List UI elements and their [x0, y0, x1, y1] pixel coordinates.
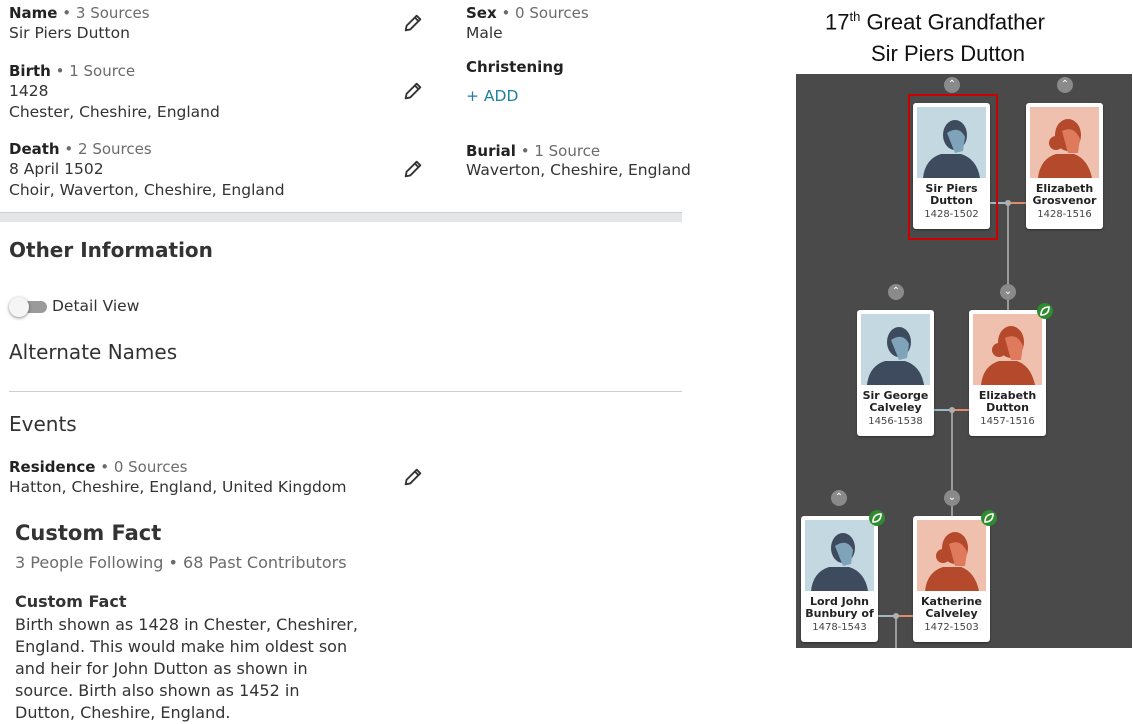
person-dates: 1472-1503 — [924, 622, 979, 633]
other-information-heading: Other Information — [9, 238, 213, 262]
custom-fact-line: England. This would make him oldest son — [15, 637, 348, 656]
person-name: Sir George Calveley — [857, 390, 934, 414]
person-card-elizabeth-dutton[interactable]: Elizabeth Dutton 1457-1516 — [969, 310, 1046, 436]
female-silhouette-icon — [1030, 107, 1099, 178]
person-name-line: Bunbury of — [805, 607, 874, 620]
chevron-up-icon[interactable]: ⌃ — [831, 490, 847, 506]
birth-date: 1428 — [9, 82, 49, 100]
male-silhouette-icon — [861, 314, 930, 385]
chevron-up-icon[interactable]: ⌃ — [1057, 77, 1073, 93]
person-name: Sir Piers Dutton — [913, 183, 990, 207]
female-silhouette-icon — [973, 314, 1042, 385]
person-card-sir-george-calveley[interactable]: Sir George Calveley 1456-1538 — [857, 310, 934, 436]
leaf-hint-icon[interactable] — [869, 510, 885, 526]
person-name-line: Grosvenor — [1032, 194, 1097, 207]
residence-label: Residence — [9, 458, 96, 476]
detail-view-label: Detail View — [52, 297, 140, 315]
custom-fact-description: Birth shown as 1428 in Chester, Cheshire… — [15, 614, 360, 724]
edit-name-pencil-icon[interactable] — [402, 12, 424, 34]
person-name-line: Calveley — [925, 607, 978, 620]
residence-label-row: Residence • 0 Sources — [9, 458, 188, 476]
birth-label: Birth — [9, 62, 51, 80]
tree-heading-rest: Great Grandfather — [860, 9, 1045, 35]
person-name-line: Dutton — [986, 401, 1029, 414]
name-value: Sir Piers Dutton — [9, 24, 130, 42]
edit-residence-pencil-icon[interactable] — [402, 466, 424, 488]
toggle-knob — [9, 297, 29, 317]
male-silhouette-icon — [805, 520, 874, 591]
tree-heading-name: Sir Piers Dutton — [870, 41, 1026, 66]
person-dates: 1456-1538 — [868, 416, 923, 427]
person-card-sir-piers-dutton[interactable]: Sir Piers Dutton 1428-1502 — [913, 103, 990, 229]
name-sources[interactable]: • 3 Sources — [62, 4, 149, 22]
section-divider — [0, 212, 682, 222]
chevron-down-icon[interactable]: ⌄ — [1000, 284, 1016, 300]
name-label: Name — [9, 4, 58, 22]
death-label-row: Death • 2 Sources — [9, 140, 152, 158]
person-name: Katherine Calveley — [913, 596, 990, 620]
christening-label: Christening — [466, 58, 564, 76]
name-label-row: Name • 3 Sources — [9, 4, 150, 22]
person-name-line: Calveley — [869, 401, 922, 414]
sex-label: Sex — [466, 4, 497, 22]
death-place: Choir, Waverton, Cheshire, England — [9, 181, 285, 199]
person-card-katherine-calveley[interactable]: Katherine Calveley 1472-1503 — [913, 516, 990, 642]
burial-place: Waverton, Cheshire, England — [466, 161, 691, 179]
female-silhouette-icon — [917, 520, 986, 591]
burial-sources[interactable]: • 1 Source — [521, 142, 600, 160]
birth-place: Chester, Cheshire, England — [9, 103, 220, 121]
birth-sources[interactable]: • 1 Source — [56, 62, 135, 80]
person-card-elizabeth-grosvenor[interactable]: Elizabeth Grosvenor 1428-1516 — [1026, 103, 1103, 229]
person-name: Elizabeth Dutton — [969, 390, 1046, 414]
person-name-line: Dutton — [930, 194, 973, 207]
chevron-down-icon[interactable]: ⌄ — [944, 490, 960, 506]
sex-sources[interactable]: • 0 Sources — [501, 4, 588, 22]
burial-label: Burial — [466, 142, 516, 160]
family-tree-panel[interactable]: ⌃ ⌃ ⌃ ⌄ ⌃ ⌄ Sir Piers Dutton 1428-1502 E… — [796, 74, 1132, 648]
person-name: Lord John Bunbury of — [801, 596, 878, 620]
person-name: Elizabeth Grosvenor — [1026, 183, 1103, 207]
detail-view-toggle[interactable]: Detail View — [9, 296, 149, 318]
christening-label-row: Christening — [466, 58, 564, 76]
tree-heading-relationship: 17th Great Grandfather — [800, 9, 1070, 35]
leaf-hint-icon[interactable] — [1037, 303, 1053, 319]
tree-heading-ordinal: 17 — [825, 9, 850, 35]
death-label: Death — [9, 140, 60, 158]
custom-fact-meta: 3 People Following • 68 Past Contributor… — [15, 553, 347, 572]
leaf-hint-icon[interactable] — [981, 510, 997, 526]
events-heading: Events — [9, 412, 77, 436]
male-silhouette-icon — [917, 107, 986, 178]
birth-label-row: Birth • 1 Source — [9, 62, 135, 80]
alternate-names-divider — [9, 391, 682, 392]
sex-label-row: Sex • 0 Sources — [466, 4, 589, 22]
person-dates: 1478-1543 — [812, 622, 867, 633]
sex-value: Male — [466, 24, 503, 42]
person-card-lord-john-bunbury[interactable]: Lord John Bunbury of 1478-1543 — [801, 516, 878, 642]
death-date: 8 April 1502 — [9, 160, 104, 178]
tree-heading-suffix: th — [849, 9, 861, 24]
person-dates: 1457-1516 — [980, 416, 1035, 427]
chevron-up-icon[interactable]: ⌃ — [888, 284, 904, 300]
edit-death-pencil-icon[interactable] — [402, 158, 424, 180]
custom-fact-line: Birth shown as 1428 in Chester, Cheshire… — [15, 615, 358, 634]
chevron-up-icon[interactable]: ⌃ — [944, 77, 960, 93]
custom-fact-title: Custom Fact — [15, 521, 162, 545]
custom-fact-line: Dutton, Cheshire, England. — [15, 703, 231, 722]
custom-fact-subtitle: Custom Fact — [15, 592, 127, 611]
residence-sources[interactable]: • 0 Sources — [100, 458, 187, 476]
person-dates: 1428-1516 — [1037, 209, 1092, 220]
edit-birth-pencil-icon[interactable] — [402, 80, 424, 102]
person-dates: 1428-1502 — [924, 209, 979, 220]
add-christening-link[interactable]: + ADD — [466, 87, 518, 105]
alternate-names-heading: Alternate Names — [9, 340, 178, 364]
death-sources[interactable]: • 2 Sources — [64, 140, 151, 158]
residence-place: Hatton, Cheshire, England, United Kingdo… — [9, 478, 347, 496]
burial-label-row: Burial • 1 Source — [466, 142, 600, 160]
custom-fact-line: source. Birth also shown as 1452 in — [15, 681, 300, 700]
custom-fact-line: and heir for John Dutton as shown in — [15, 659, 308, 678]
